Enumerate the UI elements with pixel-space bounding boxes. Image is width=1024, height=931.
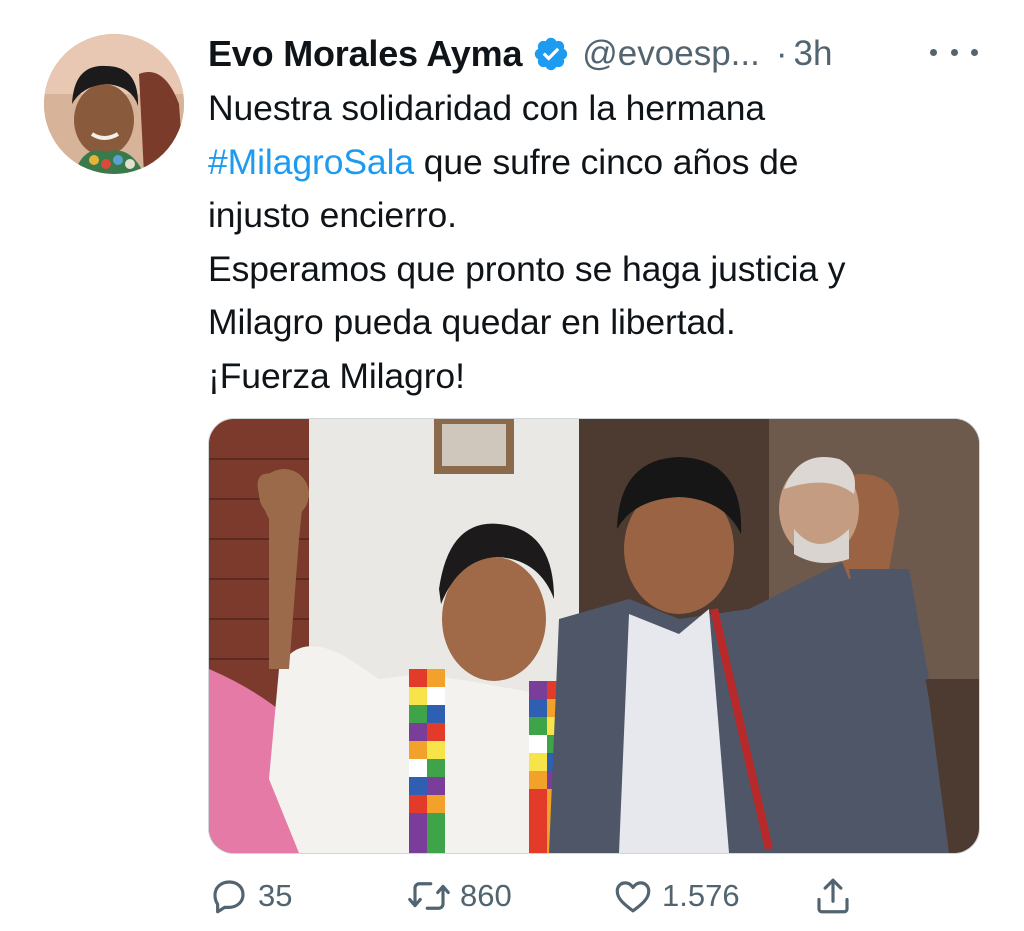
tweet-line: #MilagroSala que sufre cinco años de [208,136,998,190]
tweet-line: Milagro pueda quedar en libertad. [208,302,736,342]
retweet-count: 860 [460,878,512,913]
author-handle[interactable]: @evoesp... [582,34,760,74]
tweet-header: Evo Morales Ayma @evoesp... · 3h [208,30,832,78]
retweet-icon [406,875,452,917]
verified-badge-icon [532,35,570,73]
reply-count: 35 [258,878,293,913]
tweet-line: ¡Fuerza Milagro! [208,355,465,396]
like-icon [612,875,654,917]
tweet-line: Nuestra solidaridad con la hermana [208,88,766,128]
more-dot [950,48,958,56]
author-name[interactable]: Evo Morales Ayma [208,33,522,75]
tweet-line: Esperamos que pronto se haga justicia y [208,248,846,289]
share-button[interactable] [812,870,854,922]
retweet-button[interactable]: 860 [406,870,512,922]
like-button[interactable]: 1.576 [612,870,740,922]
tweet-text: Nuestra solidaridad con la hermana #Mila… [208,82,998,403]
more-dot [971,48,978,56]
tweet-line: injusto encierro. [208,195,457,235]
tweet-photo[interactable] [208,418,980,854]
reply-button[interactable]: 35 [208,870,292,922]
profile-avatar[interactable] [44,34,184,174]
tweet-timestamp[interactable]: 3h [794,34,833,74]
separator-dot: · [775,34,788,73]
hashtag-link[interactable]: #MilagroSala [208,142,414,182]
more-dot [930,48,937,56]
tweet-actions: 35 860 1.576 [208,870,888,922]
tweet-line-rest: que sufre cinco años de [414,141,799,182]
share-icon [812,875,854,917]
reply-icon [208,875,250,917]
more-options-icon[interactable] [930,40,978,64]
like-count: 1.576 [662,878,740,913]
